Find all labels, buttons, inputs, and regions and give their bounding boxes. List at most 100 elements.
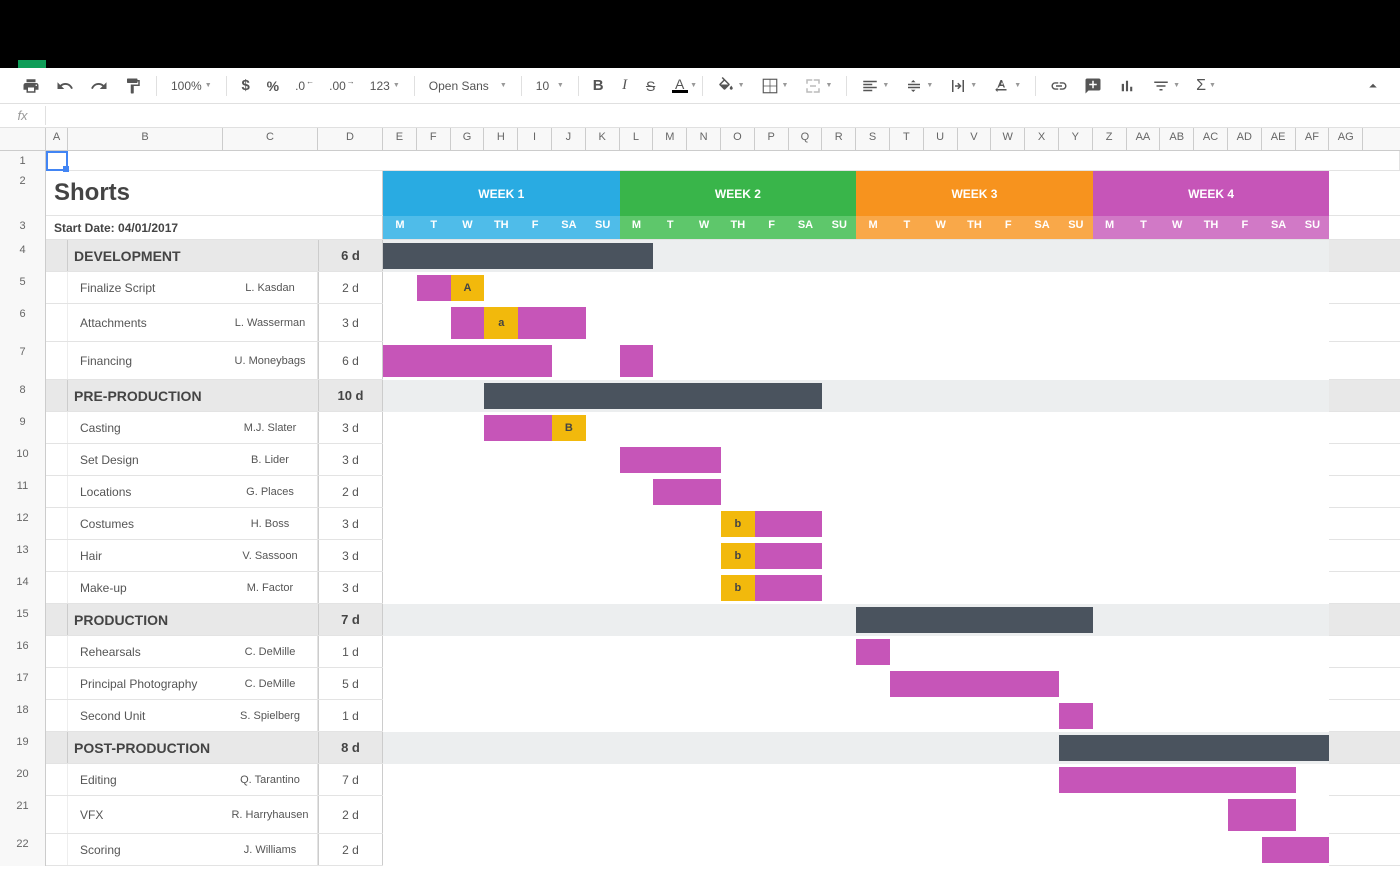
- vertical-align-button[interactable]: ▼: [899, 74, 939, 98]
- text-color-button[interactable]: A▼: [666, 74, 694, 98]
- italic-button[interactable]: I: [614, 74, 636, 98]
- gantt-row[interactable]: b: [383, 572, 1329, 604]
- duration-cell[interactable]: 3 d: [318, 412, 383, 443]
- bold-button[interactable]: B: [587, 74, 610, 98]
- day-header[interactable]: F: [991, 216, 1025, 239]
- column-header[interactable]: S: [856, 128, 890, 150]
- task-name[interactable]: Casting: [68, 412, 223, 443]
- duration-cell[interactable]: 3 d: [318, 572, 383, 603]
- select-all-cell[interactable]: [0, 128, 46, 150]
- column-header[interactable]: AF: [1296, 128, 1330, 150]
- day-header[interactable]: W: [687, 216, 721, 239]
- gantt-row[interactable]: B: [383, 412, 1329, 444]
- task-owner[interactable]: Q. Tarantino: [223, 764, 318, 795]
- day-header[interactable]: M: [383, 216, 417, 239]
- row-number[interactable]: 22: [0, 834, 46, 866]
- column-header[interactable]: V: [958, 128, 992, 150]
- task-owner[interactable]: L. Wasserman: [223, 304, 318, 341]
- zoom-select[interactable]: 100%▼: [165, 74, 218, 98]
- day-header[interactable]: W: [1160, 216, 1194, 239]
- day-header[interactable]: W: [451, 216, 485, 239]
- duration-cell[interactable]: 3 d: [318, 508, 383, 539]
- day-header[interactable]: F: [755, 216, 789, 239]
- duration-cell[interactable]: 7 d: [318, 764, 383, 795]
- task-name[interactable]: Principal Photography: [68, 668, 223, 699]
- day-header[interactable]: F: [1228, 216, 1262, 239]
- day-header[interactable]: TH: [484, 216, 518, 239]
- day-header[interactable]: SU: [586, 216, 620, 239]
- day-header[interactable]: T: [1127, 216, 1161, 239]
- duration-cell[interactable]: 3 d: [318, 444, 383, 475]
- week-header[interactable]: WEEK 2: [620, 171, 857, 216]
- phase-name[interactable]: DEVELOPMENT: [68, 240, 318, 271]
- task-owner[interactable]: J. Williams: [223, 834, 318, 865]
- task-name[interactable]: Scoring: [68, 834, 223, 865]
- column-header[interactable]: AE: [1262, 128, 1296, 150]
- row-number[interactable]: 16: [0, 636, 46, 668]
- column-header[interactable]: AC: [1194, 128, 1228, 150]
- task-name[interactable]: Rehearsals: [68, 636, 223, 667]
- day-header[interactable]: SU: [822, 216, 856, 239]
- project-title[interactable]: Shorts: [46, 179, 130, 207]
- undo-button[interactable]: [50, 74, 80, 98]
- column-header[interactable]: N: [687, 128, 721, 150]
- duration-cell[interactable]: 7 d: [318, 604, 383, 635]
- task-owner[interactable]: R. Harryhausen: [223, 796, 318, 833]
- filter-button[interactable]: ▼: [1146, 74, 1186, 98]
- column-header[interactable]: J: [552, 128, 586, 150]
- column-header[interactable]: L: [620, 128, 654, 150]
- gantt-row[interactable]: [383, 476, 1329, 508]
- duration-cell[interactable]: 8 d: [318, 732, 383, 763]
- gantt-row[interactable]: [383, 668, 1329, 700]
- column-header[interactable]: P: [755, 128, 789, 150]
- task-name[interactable]: Make-up: [68, 572, 223, 603]
- row-number[interactable]: 11: [0, 476, 46, 508]
- column-header[interactable]: Q: [789, 128, 823, 150]
- task-owner[interactable]: S. Spielberg: [223, 700, 318, 731]
- format-number-button[interactable]: 123▼: [364, 74, 406, 98]
- spreadsheet-grid[interactable]: 12ShortsWEEK 1WEEK 2WEEK 3WEEK 43Start D…: [0, 151, 1400, 866]
- row-number[interactable]: 19: [0, 732, 46, 764]
- task-owner[interactable]: C. DeMille: [223, 668, 318, 699]
- currency-button[interactable]: $: [235, 74, 257, 98]
- column-header[interactable]: I: [518, 128, 552, 150]
- gantt-row[interactable]: b: [383, 540, 1329, 572]
- duration-cell[interactable]: 1 d: [318, 700, 383, 731]
- task-name[interactable]: Hair: [68, 540, 223, 571]
- duration-cell[interactable]: 6 d: [318, 342, 383, 379]
- day-header[interactable]: T: [890, 216, 924, 239]
- column-header[interactable]: X: [1025, 128, 1059, 150]
- paint-format-button[interactable]: [118, 74, 148, 98]
- column-header[interactable]: AB: [1160, 128, 1194, 150]
- day-header[interactable]: SA: [1262, 216, 1296, 239]
- task-name[interactable]: VFX: [68, 796, 223, 833]
- duration-cell[interactable]: 2 d: [318, 834, 383, 865]
- day-header[interactable]: W: [924, 216, 958, 239]
- column-header[interactable]: W: [991, 128, 1025, 150]
- task-name[interactable]: Financing: [68, 342, 223, 379]
- column-header[interactable]: G: [451, 128, 485, 150]
- redo-button[interactable]: [84, 74, 114, 98]
- gantt-row[interactable]: [383, 834, 1329, 866]
- gantt-row[interactable]: A: [383, 272, 1329, 304]
- row-number[interactable]: 10: [0, 444, 46, 476]
- row-number[interactable]: 18: [0, 700, 46, 732]
- duration-cell[interactable]: 6 d: [318, 240, 383, 271]
- duration-cell[interactable]: 5 d: [318, 668, 383, 699]
- day-header[interactable]: SU: [1296, 216, 1330, 239]
- row-number[interactable]: 6: [0, 304, 46, 342]
- font-size-select[interactable]: 10▼: [530, 74, 570, 98]
- row-number[interactable]: 14: [0, 572, 46, 604]
- percent-button[interactable]: %: [261, 74, 285, 98]
- column-header[interactable]: K: [586, 128, 620, 150]
- duration-cell[interactable]: 3 d: [318, 304, 383, 341]
- phase-name[interactable]: PRE-PRODUCTION: [68, 380, 318, 411]
- day-header[interactable]: T: [417, 216, 451, 239]
- week-header[interactable]: WEEK 1: [383, 171, 620, 216]
- column-header[interactable]: O: [721, 128, 755, 150]
- strikethrough-button[interactable]: S: [640, 74, 662, 98]
- task-owner[interactable]: U. Moneybags: [223, 342, 318, 379]
- insert-chart-button[interactable]: [1112, 74, 1142, 98]
- gantt-row[interactable]: [383, 796, 1329, 834]
- day-header[interactable]: SA: [552, 216, 586, 239]
